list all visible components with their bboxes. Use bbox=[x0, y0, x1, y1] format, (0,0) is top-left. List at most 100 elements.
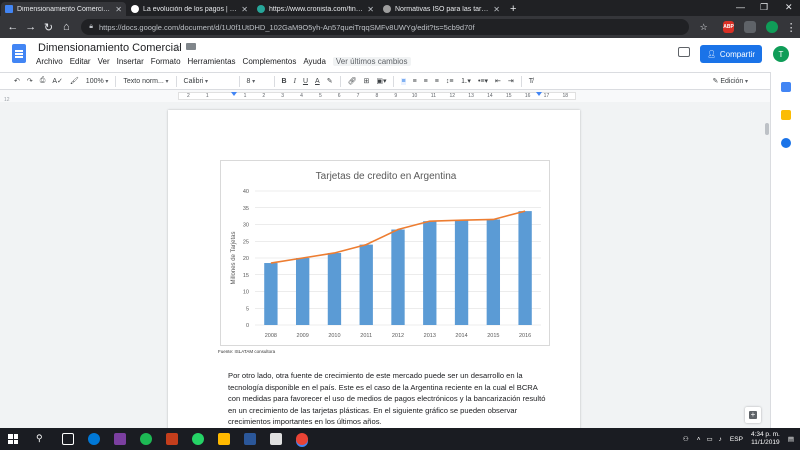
chrome-icon[interactable] bbox=[296, 433, 308, 445]
browser-tab-2[interactable]: https://www.cronista.com/finan ✕ bbox=[253, 2, 378, 16]
bookmark-star-icon[interactable]: ☆ bbox=[695, 22, 713, 33]
add-comment-icon[interactable]: ⊞ bbox=[363, 77, 369, 85]
maximize-button[interactable]: ❐ bbox=[760, 2, 768, 13]
profile-avatar-icon[interactable] bbox=[766, 21, 779, 33]
bold-button[interactable]: B bbox=[282, 78, 287, 85]
docs-logo-icon[interactable] bbox=[12, 44, 26, 63]
comment-icon[interactable] bbox=[678, 47, 690, 57]
menu-herramientas[interactable]: Herramientas bbox=[188, 57, 236, 66]
network-icon[interactable]: ▭ bbox=[707, 435, 713, 443]
edge-icon[interactable] bbox=[88, 433, 100, 445]
whatsapp-icon[interactable] bbox=[192, 433, 204, 445]
task-view-icon[interactable] bbox=[62, 433, 74, 445]
spellcheck-icon[interactable]: A✓ bbox=[52, 77, 63, 85]
text-color-button[interactable]: A bbox=[315, 78, 320, 85]
chrome-menu-icon[interactable]: ⋮ bbox=[782, 21, 800, 34]
explore-button[interactable]: + bbox=[745, 407, 761, 423]
reload-icon[interactable]: ↻ bbox=[40, 21, 58, 34]
x-tick-label: 2010 bbox=[328, 333, 340, 339]
decrease-indent-icon[interactable]: ⇤ bbox=[495, 77, 501, 85]
powerpoint-icon[interactable] bbox=[166, 433, 178, 445]
menu-ayuda[interactable]: Ayuda bbox=[303, 57, 326, 66]
undo-icon[interactable]: ↶ bbox=[14, 77, 20, 85]
close-tab-icon[interactable]: ✕ bbox=[367, 5, 374, 14]
justify-icon[interactable]: ≡ bbox=[435, 78, 439, 85]
minimize-button[interactable]: — bbox=[736, 2, 745, 12]
menu-archivo[interactable]: Archivo bbox=[36, 57, 63, 66]
keep-icon[interactable] bbox=[781, 110, 791, 120]
formatting-toolbar: ↶ ↷ ⎙ A✓ 🖌︎ 100% Texto norm... Calibri 8… bbox=[0, 72, 770, 90]
ruler-number: 10 bbox=[411, 93, 418, 99]
calendar-icon[interactable] bbox=[781, 82, 791, 92]
menu-insertar[interactable]: Insertar bbox=[117, 57, 144, 66]
url-input[interactable]: 🔒︎ https://docs.google.com/document/d/1U… bbox=[81, 19, 689, 35]
share-button[interactable]: 👤︎ Compartir bbox=[700, 45, 762, 63]
menu-ver[interactable]: Ver bbox=[98, 57, 110, 66]
align-center-icon[interactable]: ≡ bbox=[413, 78, 417, 85]
left-indent-marker[interactable] bbox=[231, 92, 237, 96]
line-spacing-icon[interactable]: ↕≡ bbox=[446, 78, 454, 85]
close-window-button[interactable]: ✕ bbox=[785, 2, 793, 13]
menu-formato[interactable]: Formato bbox=[151, 57, 181, 66]
menu-complementos[interactable]: Complementos bbox=[243, 57, 297, 66]
underline-button[interactable]: U bbox=[303, 78, 308, 85]
bulleted-list-icon[interactable]: •≡▾ bbox=[478, 77, 488, 85]
menu-editar[interactable]: Editar bbox=[70, 57, 91, 66]
close-tab-icon[interactable]: ✕ bbox=[241, 5, 248, 14]
font-select[interactable]: Calibri bbox=[184, 78, 232, 85]
language-indicator[interactable]: ESP bbox=[730, 436, 743, 443]
redo-icon[interactable]: ↷ bbox=[27, 77, 33, 85]
close-tab-icon[interactable]: ✕ bbox=[115, 5, 122, 14]
link-icon[interactable]: 🔗︎ bbox=[348, 77, 357, 85]
volume-icon[interactable]: ♪ bbox=[719, 436, 722, 443]
numbered-list-icon[interactable]: ⒈▾ bbox=[460, 76, 471, 86]
clear-formatting-icon[interactable]: T̸ bbox=[529, 78, 533, 85]
font-size-select[interactable]: 8 bbox=[247, 78, 267, 85]
browser-tab-0[interactable]: Dimensionamiento Comercial - G ✕ bbox=[1, 2, 126, 16]
body-paragraph[interactable]: Por otro lado, otra fuente de crecimient… bbox=[228, 370, 546, 428]
spotify-icon[interactable] bbox=[140, 433, 152, 445]
zoom-select[interactable]: 100% bbox=[86, 78, 109, 85]
avatar[interactable]: T bbox=[773, 46, 789, 62]
star-icon[interactable]: ☆ bbox=[173, 42, 181, 53]
browser-tab-3[interactable]: Normativas ISO para las tarjetas ✕ bbox=[379, 2, 504, 16]
print-icon[interactable]: ⎙ bbox=[40, 77, 46, 85]
align-right-icon[interactable]: ≡ bbox=[424, 78, 428, 85]
ruler-bar[interactable]: 2 1 1 2 3 4 5 6 7 8 9 10 11 12 13 14 15 16 17 18 bbox=[178, 92, 576, 100]
app-purple-icon[interactable] bbox=[114, 433, 126, 445]
tasks-icon[interactable] bbox=[781, 138, 791, 148]
extension-grey-icon[interactable] bbox=[744, 21, 757, 33]
x-tick-label: 2009 bbox=[297, 333, 309, 339]
document-title[interactable]: Dimensionamiento Comercial bbox=[38, 42, 182, 54]
italic-button[interactable]: I bbox=[294, 77, 296, 85]
increase-indent-icon[interactable]: ⇥ bbox=[508, 77, 514, 85]
mail-icon[interactable] bbox=[270, 433, 282, 445]
right-indent-marker[interactable] bbox=[536, 92, 542, 96]
search-icon[interactable]: ⚲ bbox=[36, 433, 48, 445]
extension-red-icon[interactable]: ABP bbox=[722, 21, 735, 33]
browser-tab-1[interactable]: La evolución de los pagos | Com ✕ bbox=[127, 2, 252, 16]
forward-arrow-icon[interactable]: → bbox=[22, 21, 40, 33]
document-page[interactable]: Tarjetas de credito en Argentina 0 5 10 15 20… bbox=[168, 110, 580, 428]
folder-icon[interactable] bbox=[186, 43, 196, 50]
windows-start-icon[interactable] bbox=[8, 434, 18, 444]
file-explorer-icon[interactable] bbox=[218, 433, 230, 445]
new-tab-button[interactable]: + bbox=[510, 2, 516, 16]
highlight-icon[interactable]: ✎ bbox=[327, 77, 333, 85]
last-edit-link[interactable]: Ver últimos cambios bbox=[332, 57, 411, 66]
style-select[interactable]: Texto norm... bbox=[123, 78, 168, 85]
insert-image-icon[interactable]: ▣▾ bbox=[376, 77, 386, 85]
align-left-icon[interactable]: ≡ bbox=[401, 77, 406, 85]
people-icon[interactable]: ⚇ bbox=[683, 435, 689, 443]
close-tab-icon[interactable]: ✕ bbox=[493, 5, 500, 14]
notifications-icon[interactable]: ▤ bbox=[788, 435, 794, 443]
home-icon[interactable]: ⌂ bbox=[57, 21, 75, 33]
word-icon[interactable] bbox=[244, 433, 256, 445]
scrollbar[interactable] bbox=[765, 123, 769, 135]
tray-chevron-icon[interactable]: ˄ bbox=[697, 436, 701, 443]
editing-mode-select[interactable]: ✎ Edición bbox=[713, 77, 748, 85]
paint-format-icon[interactable]: 🖌︎ bbox=[70, 77, 79, 85]
chart-image[interactable]: Tarjetas de credito en Argentina 0 5 10 15 20… bbox=[220, 160, 550, 346]
back-arrow-icon[interactable]: ← bbox=[4, 21, 22, 33]
clock[interactable]: 4:34 p. m. 11/1/2019 bbox=[751, 431, 780, 447]
